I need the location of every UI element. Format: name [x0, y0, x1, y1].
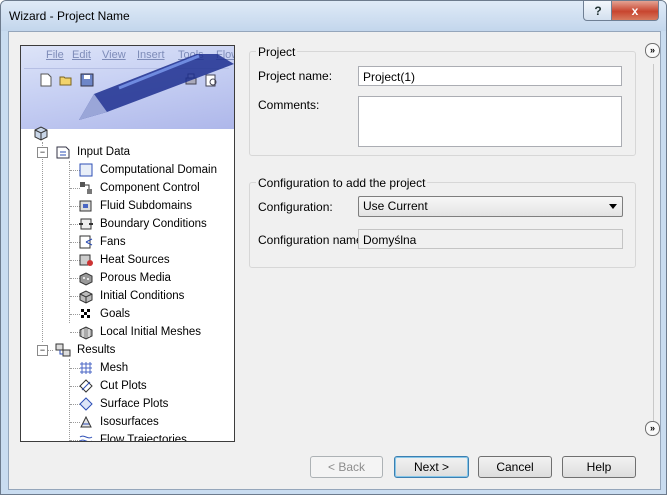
input-data-icon [56, 146, 70, 159]
wizard-window: Wizard - Project Name ? x File Edit View… [0, 0, 667, 495]
tree-item-input-data[interactable]: Input Data [55, 143, 130, 161]
collapse-bottom-icon[interactable]: » [645, 421, 660, 436]
heat-source-icon [79, 254, 93, 266]
tree-item-label: Local Initial Meshes [100, 326, 201, 338]
results-icon [55, 343, 71, 357]
tree-item-label: Input Data [77, 146, 131, 158]
wizard-banner-image: File Edit View Insert Tools Flow [21, 46, 234, 129]
tree-item-label: Computational Domain [100, 164, 217, 176]
project-name-input[interactable]: Project(1) [358, 66, 622, 86]
fluid-subdomain-icon [79, 200, 92, 212]
flow-trajectory-icon [79, 435, 93, 441]
surface-plot-icon [79, 397, 93, 411]
configuration-name-label: Configuration name: [258, 233, 367, 247]
tree-item-label: Flow Trajectories [100, 434, 187, 442]
goals-icon [81, 309, 90, 318]
tree-item-isosurfaces[interactable]: Isosurfaces [78, 413, 159, 431]
tree-item-porous-media[interactable]: Porous Media [78, 269, 171, 287]
local-mesh-icon [79, 326, 93, 340]
new-document-icon [40, 73, 52, 87]
feature-tree-panel: File Edit View Insert Tools Flow [20, 45, 235, 442]
pen-graphic-icon [79, 54, 234, 120]
tree-item-label: Surface Plots [100, 398, 169, 410]
tree-item-label: Fans [100, 236, 126, 248]
tree-item-heat-sources[interactable]: Heat Sources [78, 251, 170, 269]
tree-item-label: Isosurfaces [100, 416, 159, 428]
configuration-select[interactable]: Use Current [358, 196, 623, 217]
tree-item-label: Fluid Subdomains [100, 200, 193, 212]
tree-item-label: Initial Conditions [100, 290, 185, 302]
tree-item-fans[interactable]: Fans [78, 233, 126, 251]
configuration-label: Configuration: [258, 200, 333, 214]
tree-item-label: Component Control [100, 182, 200, 194]
configuration-group-label: Configuration to add the project [256, 176, 428, 190]
back-button[interactable]: < Back [310, 456, 383, 478]
configuration-name-field: Domyślna [358, 229, 623, 249]
help-button[interactable]: Help [562, 456, 636, 478]
tree-item-initial-conditions[interactable]: Initial Conditions [78, 287, 184, 305]
configuration-select-value: Use Current [363, 199, 428, 213]
tree-item-cut-plots[interactable]: Cut Plots [78, 377, 147, 395]
tree-item-mesh[interactable]: Mesh [78, 359, 128, 377]
comments-textarea[interactable] [358, 96, 622, 147]
title-help-button[interactable]: ? [583, 1, 613, 21]
boundary-conditions-icon [79, 218, 93, 230]
tree-item-local-initial-meshes[interactable]: Local Initial Meshes [78, 323, 201, 341]
component-control-icon [80, 182, 92, 194]
tree-item-label: Heat Sources [100, 254, 170, 266]
tree-item-goals[interactable]: Goals [78, 305, 130, 323]
tree-item-surface-plots[interactable]: Surface Plots [78, 395, 168, 413]
porous-media-icon [79, 272, 93, 286]
dropdown-arrow-icon [609, 204, 617, 209]
tree-item-boundary-conditions[interactable]: Boundary Conditions [78, 215, 207, 233]
wizard-body: File Edit View Insert Tools Flow [8, 31, 661, 490]
window-title: Wizard - Project Name [9, 9, 130, 23]
input-data-expander[interactable]: − [37, 147, 48, 158]
initial-conditions-icon [79, 290, 93, 304]
tree-item-computational-domain[interactable]: Computational Domain [78, 161, 217, 179]
tree-item-label: Results [77, 344, 116, 356]
tree-item-fluid-subdomains[interactable]: Fluid Subdomains [78, 197, 192, 215]
right-divider [653, 64, 654, 428]
cut-plot-icon [79, 379, 93, 393]
tree-item-label: Boundary Conditions [100, 218, 207, 230]
mesh-icon [80, 362, 92, 374]
tree-item-label: Goals [100, 308, 131, 320]
cancel-button[interactable]: Cancel [478, 456, 552, 478]
results-expander[interactable]: − [37, 345, 48, 356]
close-button[interactable]: x [611, 1, 659, 21]
tree-item-results[interactable]: Results [55, 341, 115, 359]
tree-item-label: Mesh [100, 362, 129, 374]
project-root-icon [34, 126, 48, 141]
comments-label: Comments: [258, 98, 320, 112]
tree-item-component-control[interactable]: Component Control [78, 179, 200, 197]
tree-item-label: Porous Media [100, 272, 171, 284]
isosurface-icon [80, 415, 92, 428]
configuration-group [249, 182, 636, 268]
title-bar[interactable]: Wizard - Project Name ? x [1, 1, 666, 31]
collapse-top-icon[interactable]: » [645, 43, 660, 58]
tree-item-flow-trajectories[interactable]: Flow Trajectories [78, 431, 187, 442]
project-group-label: Project [256, 45, 298, 59]
tree-item-label: Cut Plots [100, 380, 147, 392]
domain-icon [79, 163, 93, 177]
project-name-label: Project name: [258, 69, 333, 83]
next-button[interactable]: Next > [394, 456, 469, 478]
fan-icon [79, 235, 93, 249]
